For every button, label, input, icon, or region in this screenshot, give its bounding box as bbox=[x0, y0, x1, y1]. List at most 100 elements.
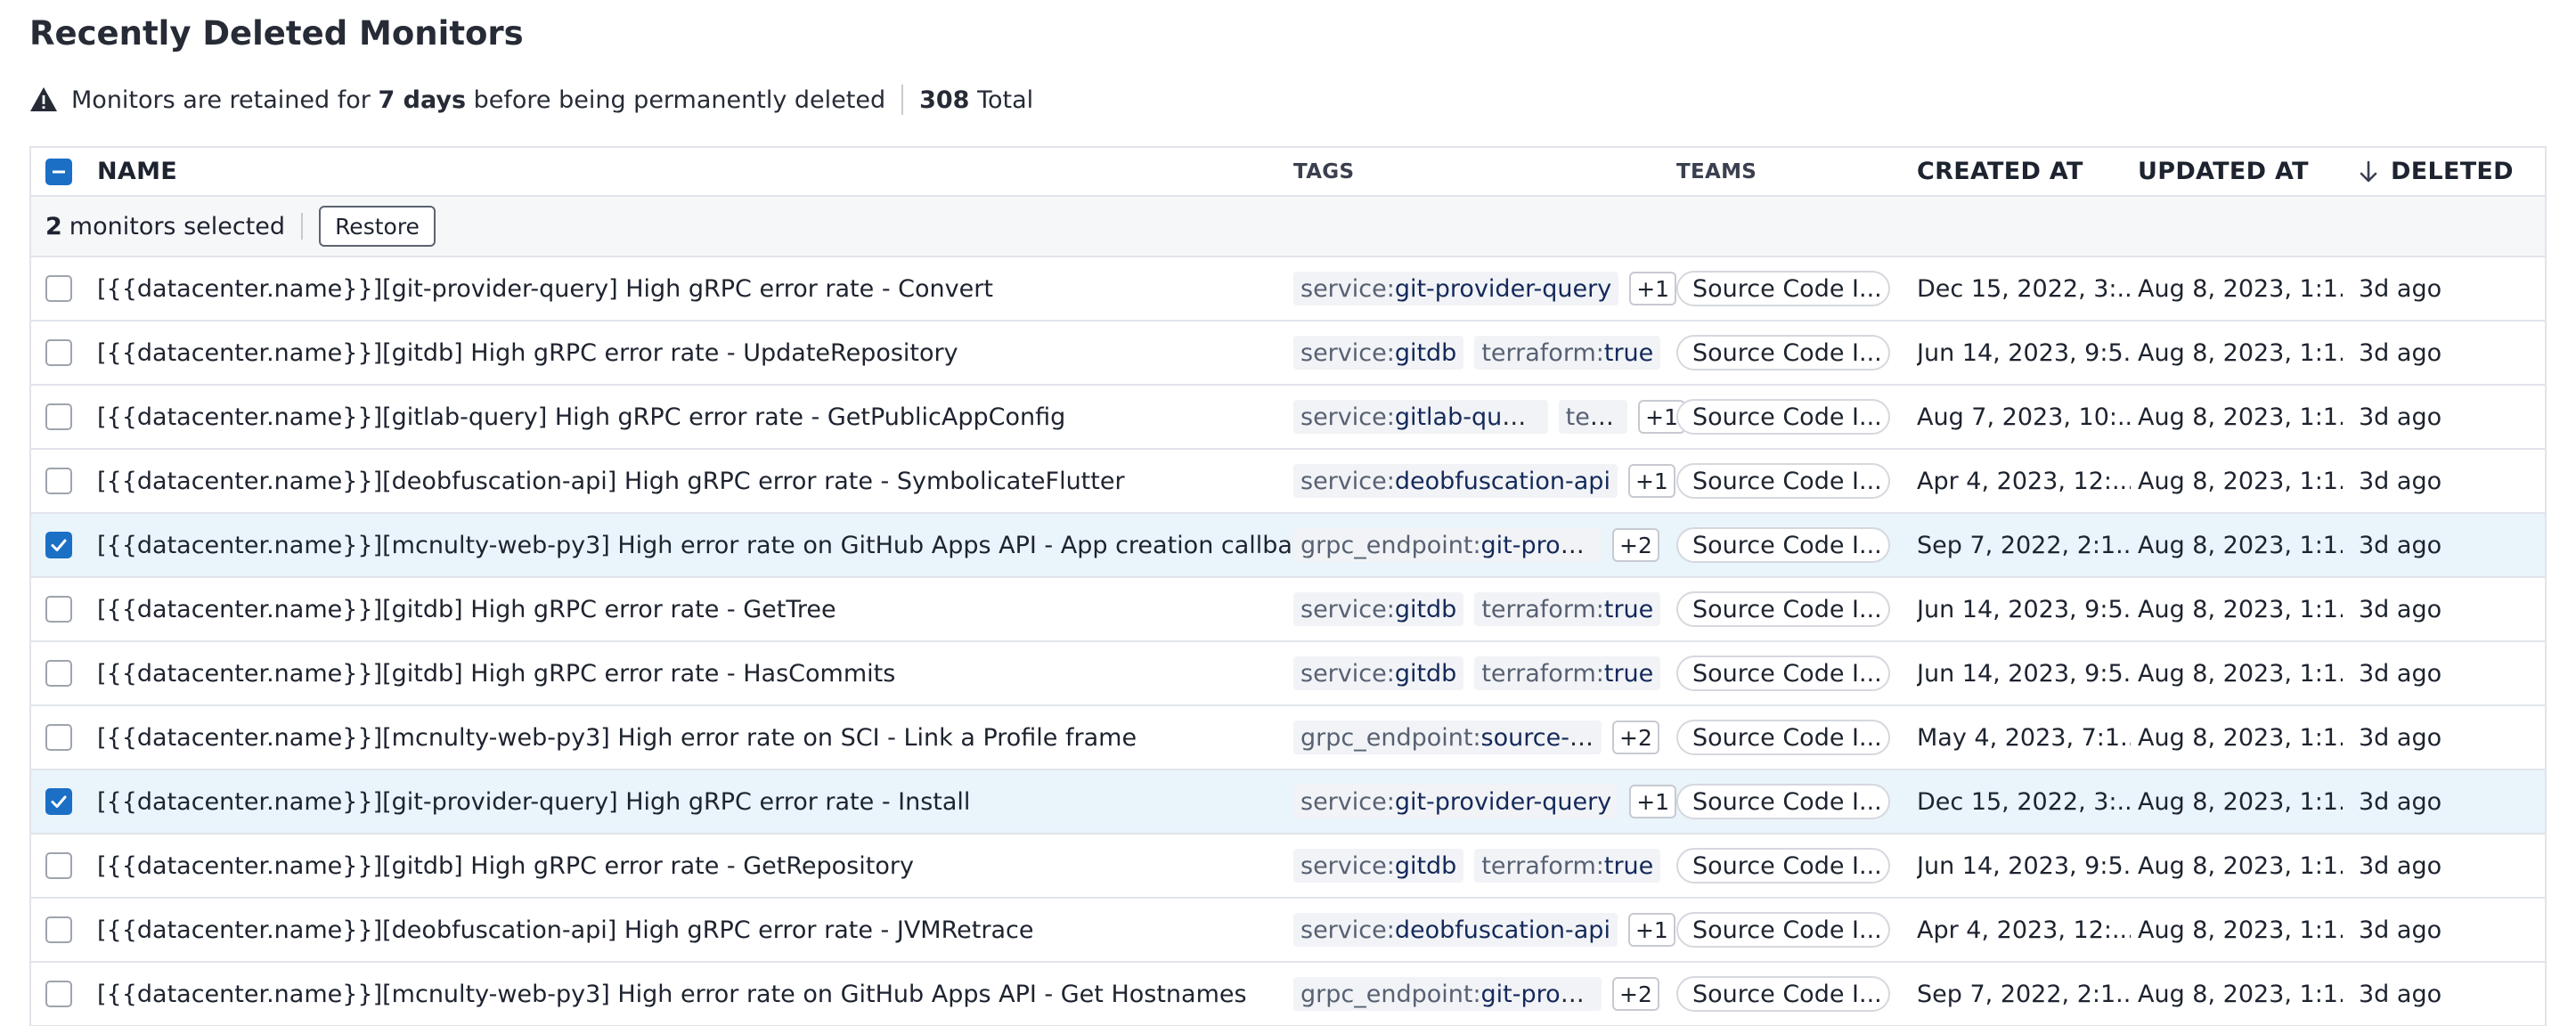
arrow-down-icon bbox=[2360, 160, 2377, 182]
table-row[interactable]: [{{datacenter.name}}][deobfuscation-api]… bbox=[31, 899, 2545, 963]
monitor-name[interactable]: [{{datacenter.name}}][git-provider-query… bbox=[97, 257, 1317, 320]
team-pill[interactable]: Source Code I... bbox=[1676, 335, 1890, 370]
more-tags-button[interactable]: +2 bbox=[1612, 721, 1659, 754]
column-header-teams[interactable]: TEAMS bbox=[1676, 148, 1908, 195]
row-checkbox[interactable] bbox=[45, 339, 72, 366]
tag-chip[interactable]: service:deobfuscation-api bbox=[1293, 913, 1618, 947]
deleted-at: 3d ago bbox=[2359, 787, 2442, 816]
column-header-tags[interactable]: TAGS bbox=[1293, 148, 1685, 195]
monitor-name[interactable]: [{{datacenter.name}}][gitdb] High gRPC e… bbox=[97, 642, 1317, 704]
row-checkbox[interactable] bbox=[45, 724, 72, 751]
tag-chip[interactable]: terraform:true bbox=[1474, 336, 1661, 370]
more-tags-button[interactable]: +1 bbox=[1627, 913, 1675, 947]
created-at: Sep 7, 2022, 2:1... bbox=[1917, 980, 2131, 1008]
column-header-created-at[interactable]: CREATED AT bbox=[1917, 148, 2131, 195]
column-header-updated-at[interactable]: UPDATED AT bbox=[2138, 148, 2343, 195]
team-pill[interactable]: Source Code I... bbox=[1676, 848, 1890, 884]
team-pill[interactable]: Source Code I... bbox=[1676, 656, 1890, 691]
more-tags-button[interactable]: +2 bbox=[1612, 977, 1659, 1011]
tag-chip[interactable]: grpc_endpoint:source-c... bbox=[1293, 721, 1602, 754]
row-checkbox[interactable] bbox=[45, 532, 72, 558]
row-checkbox[interactable] bbox=[45, 275, 72, 302]
warning-icon bbox=[30, 87, 57, 111]
team-pill[interactable]: Source Code I... bbox=[1676, 784, 1890, 819]
tag-chip[interactable]: service:gitdb bbox=[1293, 592, 1464, 626]
tag-chip[interactable]: ter... bbox=[1558, 400, 1628, 434]
monitor-name[interactable]: [{{datacenter.name}}][mcnulty-web-py3] H… bbox=[97, 514, 1317, 576]
table-row[interactable]: [{{datacenter.name}}][deobfuscation-api]… bbox=[31, 450, 2545, 514]
more-tags-button[interactable]: +1 bbox=[1629, 785, 1677, 818]
monitor-team: Source Code I... bbox=[1676, 899, 1908, 961]
table-row[interactable]: [{{datacenter.name}}][mcnulty-web-py3] H… bbox=[31, 514, 2545, 578]
monitor-name[interactable]: [{{datacenter.name}}][gitlab-query] High… bbox=[97, 386, 1317, 448]
tag-value: source-c... bbox=[1480, 723, 1594, 752]
team-pill[interactable]: Source Code I... bbox=[1676, 271, 1890, 306]
more-tags-button[interactable]: +2 bbox=[1612, 528, 1659, 562]
tag-value: git-provider-query bbox=[1394, 274, 1612, 303]
monitor-name[interactable]: [{{datacenter.name}}][gitdb] High gRPC e… bbox=[97, 835, 1317, 897]
table-row[interactable]: [{{datacenter.name}}][git-provider-query… bbox=[31, 770, 2545, 835]
table-row[interactable]: [{{datacenter.name}}][mcnulty-web-py3] H… bbox=[31, 963, 2545, 1026]
team-pill[interactable]: Source Code I... bbox=[1676, 591, 1890, 627]
tag-chip[interactable]: service:gitlab-query bbox=[1293, 400, 1548, 434]
more-tags-button[interactable]: +1 bbox=[1627, 464, 1675, 498]
created-at: Apr 4, 2023, 12:... bbox=[1917, 916, 2131, 944]
tag-chip[interactable]: terraform:true bbox=[1474, 656, 1661, 690]
select-all-checkbox[interactable] bbox=[45, 158, 72, 185]
tag-key: service: bbox=[1300, 916, 1395, 944]
tag-key: service: bbox=[1300, 851, 1395, 880]
row-checkbox[interactable] bbox=[45, 660, 72, 687]
updated-at: Aug 8, 2023, 1:1... bbox=[2138, 787, 2343, 816]
tag-chip[interactable]: terraform:true bbox=[1474, 592, 1661, 626]
team-pill[interactable]: Source Code I... bbox=[1676, 527, 1890, 563]
monitor-tags: service:git-provider-query +1 bbox=[1293, 770, 1685, 833]
monitor-name[interactable]: [{{datacenter.name}}][deobfuscation-api]… bbox=[97, 450, 1317, 512]
team-pill[interactable]: Source Code I... bbox=[1676, 399, 1890, 435]
updated-at: Aug 8, 2023, 1:1... bbox=[2138, 338, 2343, 367]
table-row[interactable]: [{{datacenter.name}}][gitdb] High gRPC e… bbox=[31, 642, 2545, 706]
tag-chip[interactable]: service:gitdb bbox=[1293, 849, 1464, 883]
table-row[interactable]: [{{datacenter.name}}][git-provider-query… bbox=[31, 257, 2545, 322]
row-checkbox[interactable] bbox=[45, 788, 72, 815]
row-checkbox[interactable] bbox=[45, 916, 72, 943]
restore-button[interactable]: Restore bbox=[319, 206, 436, 247]
monitor-name[interactable]: [{{datacenter.name}}][gitdb] High gRPC e… bbox=[97, 322, 1317, 384]
deleted-at: 3d ago bbox=[2359, 916, 2442, 944]
tag-chip[interactable]: service:git-provider-query bbox=[1293, 272, 1619, 305]
table-row[interactable]: [{{datacenter.name}}][gitlab-query] High… bbox=[31, 386, 2545, 450]
deleted-at: 3d ago bbox=[2359, 595, 2442, 623]
table-row[interactable]: [{{datacenter.name}}][mcnulty-web-py3] H… bbox=[31, 706, 2545, 770]
monitor-name[interactable]: [{{datacenter.name}}][git-provider-query… bbox=[97, 770, 1317, 833]
tag-chip[interactable]: grpc_endpoint:git-provi... bbox=[1293, 528, 1602, 562]
row-checkbox[interactable] bbox=[45, 596, 72, 623]
deleted-at: 3d ago bbox=[2359, 467, 2442, 495]
monitor-name[interactable]: [{{datacenter.name}}][deobfuscation-api]… bbox=[97, 899, 1317, 961]
table-row[interactable]: [{{datacenter.name}}][gitdb] High gRPC e… bbox=[31, 835, 2545, 899]
column-header-deleted[interactable]: DELETED bbox=[2359, 148, 2537, 195]
monitor-tags: grpc_endpoint:git-provi... +2 bbox=[1293, 514, 1685, 576]
monitor-name[interactable]: [{{datacenter.name}}][gitdb] High gRPC e… bbox=[97, 578, 1317, 640]
tag-chip[interactable]: service:deobfuscation-api bbox=[1293, 464, 1618, 498]
team-pill[interactable]: Source Code I... bbox=[1676, 912, 1890, 948]
more-tags-button[interactable]: +1 bbox=[1629, 272, 1677, 305]
column-header-name[interactable]: NAME bbox=[97, 148, 1317, 195]
tag-key: service: bbox=[1300, 467, 1395, 495]
monitor-name[interactable]: [{{datacenter.name}}][mcnulty-web-py3] H… bbox=[97, 963, 1317, 1025]
tag-chip[interactable]: service:git-provider-query bbox=[1293, 785, 1619, 818]
tag-chip[interactable]: service:gitdb bbox=[1293, 656, 1464, 690]
selection-divider bbox=[301, 213, 304, 240]
row-checkbox[interactable] bbox=[45, 981, 72, 1007]
tag-chip[interactable]: terraform:true bbox=[1474, 849, 1661, 883]
team-pill[interactable]: Source Code I... bbox=[1676, 976, 1890, 1012]
row-checkbox[interactable] bbox=[45, 468, 72, 494]
table-row[interactable]: [{{datacenter.name}}][gitdb] High gRPC e… bbox=[31, 322, 2545, 386]
monitor-name[interactable]: [{{datacenter.name}}][mcnulty-web-py3] H… bbox=[97, 706, 1317, 769]
row-checkbox[interactable] bbox=[45, 403, 72, 430]
team-pill[interactable]: Source Code I... bbox=[1676, 720, 1890, 755]
tag-value: gitdb bbox=[1394, 595, 1457, 623]
row-checkbox[interactable] bbox=[45, 852, 72, 879]
tag-chip[interactable]: service:gitdb bbox=[1293, 336, 1464, 370]
team-pill[interactable]: Source Code I... bbox=[1676, 463, 1890, 499]
tag-chip[interactable]: grpc_endpoint:git-provi... bbox=[1293, 977, 1602, 1011]
table-row[interactable]: [{{datacenter.name}}][gitdb] High gRPC e… bbox=[31, 578, 2545, 642]
